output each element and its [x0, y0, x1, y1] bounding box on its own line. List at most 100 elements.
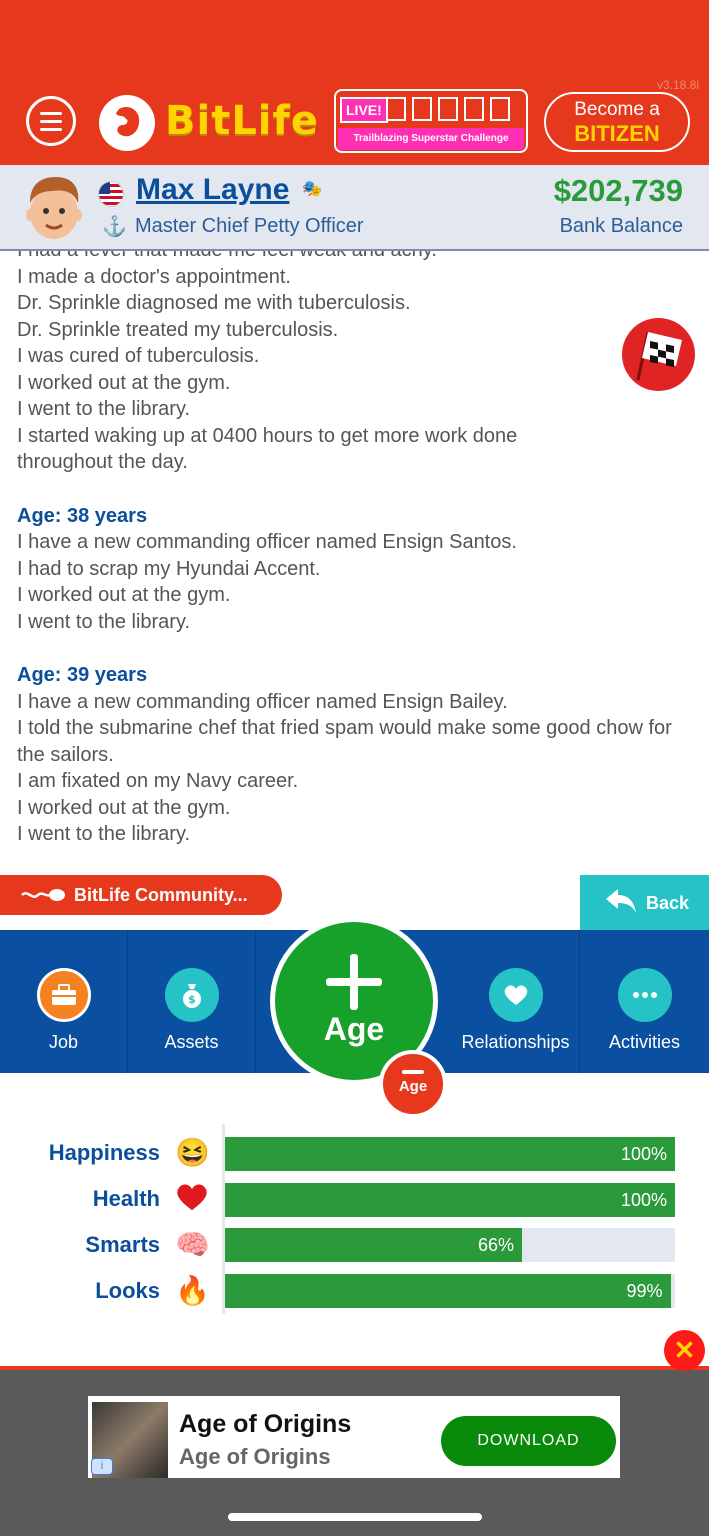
log-line: I went to the library. — [17, 823, 191, 845]
home-indicator[interactable] — [228, 1513, 482, 1521]
community-label: BitLife Community... — [74, 885, 248, 905]
close-icon: ✕ — [673, 1335, 696, 1365]
community-button[interactable]: BitLife Community... — [0, 875, 282, 915]
nav-activities[interactable]: Activities — [580, 930, 709, 1073]
nav-job[interactable]: Job — [0, 930, 128, 1073]
log-line: I had a fever that made me feel weak and… — [17, 251, 677, 264]
checkered-flag-icon — [622, 318, 695, 391]
ad-card[interactable]: i Age of Origins Age of Origins DOWNLOAD — [88, 1396, 620, 1478]
log-line: I was cured of tuberculosis. — [17, 345, 260, 367]
log-line: I worked out at the gym. — [17, 796, 231, 819]
challenge-slot — [438, 97, 458, 121]
ad-download-button[interactable]: DOWNLOAD — [441, 1416, 616, 1466]
looks-bar: 99% — [225, 1274, 675, 1308]
smarts-bar: 66% — [225, 1228, 675, 1262]
health-value: 100% — [620, 1190, 667, 1210]
nav-job-label: Job — [48, 1032, 79, 1052]
plus-icon — [326, 954, 382, 1010]
profile-bar: Max Layne 🎭 ⚓ Master Chief Petty Officer… — [0, 165, 709, 251]
health-label: Health — [92, 1186, 160, 1211]
money-bag-icon: $ — [164, 968, 219, 1022]
live-challenge-subtitle: Trailblazing Superstar Challenge — [338, 128, 524, 150]
log-line: I worked out at the gym. — [17, 584, 231, 606]
laughing-face-icon: 😆 — [175, 1137, 210, 1168]
close-ad-button[interactable]: ✕ — [664, 1330, 705, 1371]
menu-icon — [40, 111, 62, 115]
looks-value: 99% — [626, 1281, 663, 1301]
svg-text:$: $ — [188, 993, 196, 1006]
log-line: Dr. Sprinkle diagnosed me with tuberculo… — [17, 292, 411, 314]
nav-assets[interactable]: $ Assets — [128, 930, 256, 1073]
race-flag-button[interactable] — [622, 318, 695, 391]
bitlife-logo-icon — [99, 95, 155, 151]
nav-relationships-label: Relationships — [461, 1032, 570, 1052]
health-fill: 100% — [225, 1183, 675, 1217]
app-header: v3.18.8i BitLife LIVE! Trailblazing Supe… — [0, 0, 709, 165]
log-line: I made a doctor's appointment. — [17, 265, 291, 288]
ad-subtitle: Age of Origins — [179, 1444, 331, 1469]
age-up-label: Age — [323, 1011, 385, 1047]
anchor-icon: ⚓ — [102, 216, 127, 238]
fire-icon: 🔥 — [175, 1275, 210, 1306]
log-line: I worked out at the gym. — [17, 371, 231, 394]
happiness-label: Happiness — [48, 1140, 160, 1165]
bank-balance: $202,739 — [553, 173, 683, 208]
bank-balance-label: Bank Balance — [559, 215, 683, 237]
log-line: I went to the library. — [17, 610, 191, 633]
heart-icon — [175, 1182, 209, 1219]
log-line: I have a new commanding officer named En… — [17, 531, 517, 553]
log-line: I had to scrap my Hyundai Accent. — [17, 557, 321, 580]
become-bitizen-button[interactable]: Become a BITIZEN — [544, 92, 690, 152]
life-log[interactable]: I had a fever that made me feel weak and… — [0, 251, 709, 856]
log-line: I have a new commanding officer named En… — [17, 690, 508, 713]
brain-icon: 🧠 — [175, 1229, 210, 1260]
version-label: v3.18.8i — [656, 78, 699, 92]
challenge-slot — [464, 97, 484, 121]
age-heading: Age: 39 years — [17, 664, 148, 686]
us-flag-icon — [98, 181, 124, 207]
happiness-fill: 100% — [225, 1137, 675, 1171]
avatar[interactable] — [22, 173, 86, 241]
back-arrow-icon — [606, 889, 636, 913]
briefcase-icon — [36, 968, 91, 1022]
live-challenge-button[interactable]: LIVE! Trailblazing Superstar Challenge — [334, 89, 528, 153]
back-label: Back — [646, 893, 690, 913]
looks-label: Looks — [95, 1278, 160, 1303]
smarts-label: Smarts — [85, 1232, 160, 1257]
nav-relationships[interactable]: Relationships — [452, 930, 580, 1073]
more-dots-icon — [617, 968, 672, 1022]
minus-icon — [402, 1070, 424, 1074]
looks-fill: 99% — [225, 1274, 671, 1308]
log-line: I am fixated on my Navy career. — [17, 770, 299, 792]
job-title: Master Chief Petty Officer — [135, 215, 364, 237]
bitizen-top-label: Become a — [574, 99, 660, 120]
smarts-value: 66% — [477, 1235, 514, 1255]
character-name[interactable]: Max Layne — [136, 173, 289, 207]
health-bar: 100% — [225, 1183, 675, 1217]
challenge-slot — [386, 97, 406, 121]
log-line: I told the submarine chef that fried spa… — [17, 717, 672, 766]
live-badge: LIVE! — [340, 97, 388, 123]
sperm-icon — [21, 889, 65, 901]
bitlife-logo-text: BitLife — [165, 98, 320, 144]
ad-title: Age of Origins — [179, 1410, 352, 1438]
nav-assets-label: Assets — [164, 1032, 219, 1052]
nav-activities-label: Activities — [608, 1032, 680, 1052]
happiness-bar: 100% — [225, 1137, 675, 1171]
bitizen-bottom-label: BITIZEN — [574, 121, 660, 146]
theater-masks-icon: 🎭 — [302, 181, 322, 198]
age-down-label: Age — [398, 1078, 428, 1095]
smarts-fill: 66% — [225, 1228, 522, 1262]
happiness-value: 100% — [620, 1144, 667, 1164]
challenge-slot — [412, 97, 432, 121]
ad-info-icon[interactable]: i — [91, 1458, 113, 1475]
log-line: I went to the library. — [17, 398, 191, 420]
age-down-button[interactable]: Age — [379, 1050, 447, 1118]
log-line: I started waking up at 0400 hours to get… — [17, 424, 518, 474]
challenge-slot — [490, 97, 510, 121]
back-button[interactable]: Back — [580, 875, 709, 930]
age-heading: Age: 38 years — [17, 504, 148, 527]
menu-button[interactable] — [26, 96, 76, 146]
heart-icon — [488, 968, 543, 1022]
log-line: Dr. Sprinkle treated my tuberculosis. — [17, 318, 339, 341]
